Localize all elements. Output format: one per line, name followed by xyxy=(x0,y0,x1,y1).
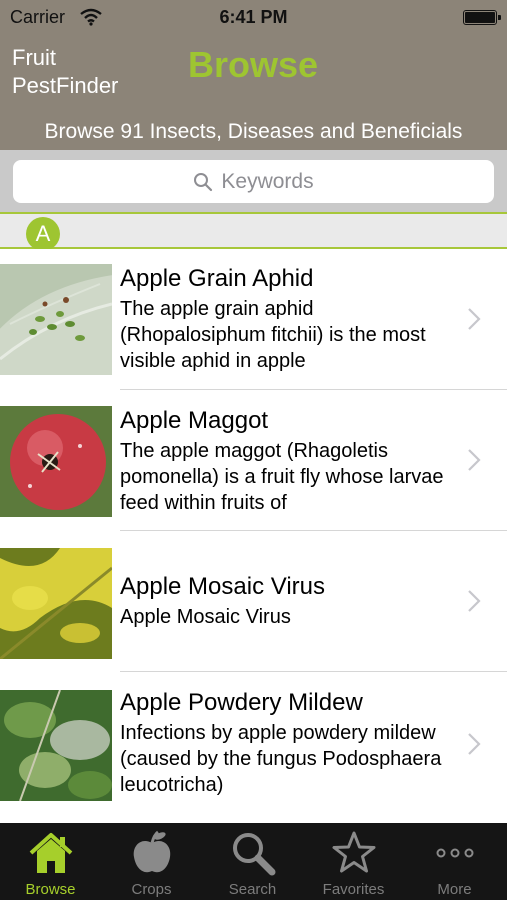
item-description: The apple maggot (Rhagoletis pomonella) … xyxy=(120,440,444,514)
tab-crops[interactable]: Crops xyxy=(101,823,202,900)
search-input[interactable]: Keywords xyxy=(13,160,494,203)
item-description: Apple Mosaic Virus xyxy=(120,606,291,628)
thumbnail-image xyxy=(0,690,112,801)
home-icon xyxy=(29,833,73,873)
tab-label: Favorites xyxy=(322,881,385,898)
app-title: Fruit PestFinder xyxy=(12,45,119,98)
tab-label: Search xyxy=(228,881,277,898)
list-item[interactable]: Apple Powdery Mildew Infections by apple… xyxy=(0,672,507,813)
item-description: The apple grain aphid (Rhopalosiphum fit… xyxy=(120,298,426,372)
chevron-right-icon xyxy=(468,590,481,612)
chevron-right-icon xyxy=(468,308,481,330)
tab-label: Browse xyxy=(25,881,76,898)
section-header: A xyxy=(0,212,507,251)
list-item[interactable]: Apple Grain Aphid The apple grain aphid … xyxy=(0,249,507,390)
page-title: Browse xyxy=(188,44,319,85)
tab-label: More xyxy=(437,881,472,898)
battery-icon xyxy=(463,10,501,25)
list-item[interactable]: Apple Mosaic Virus Apple Mosaic Virus xyxy=(0,531,507,672)
apple-icon xyxy=(133,830,171,873)
item-title: Apple Maggot xyxy=(120,407,269,434)
clock: 6:41 PM xyxy=(219,7,288,27)
browse-subtitle: Browse 91 Insects, Diseases and Benefici… xyxy=(44,120,463,143)
star-icon xyxy=(332,831,376,873)
chevron-right-icon xyxy=(468,449,481,471)
thumbnail-image xyxy=(0,264,112,375)
tab-bar: Browse Crops Search Favorites More xyxy=(0,823,507,900)
tab-favorites[interactable]: Favorites xyxy=(303,823,404,900)
item-title: Apple Mosaic Virus xyxy=(120,573,325,600)
magnifier-icon xyxy=(233,833,276,876)
tab-more[interactable]: More xyxy=(404,823,505,900)
thumbnail-image xyxy=(0,548,112,659)
app-header: Fruit PestFinder Browse Browse 91 Insect… xyxy=(0,36,507,150)
search-icon xyxy=(194,172,213,191)
list-item[interactable]: Apple Maggot The apple maggot (Rhagoleti… xyxy=(0,390,507,531)
search-bar: Keywords xyxy=(0,150,507,212)
tab-search[interactable]: Search xyxy=(202,823,303,900)
item-title: Apple Grain Aphid xyxy=(120,265,314,292)
search-placeholder: Keywords xyxy=(221,169,314,193)
item-description: Infections by apple powdery mildew (caus… xyxy=(120,722,442,796)
item-title: Apple Powdery Mildew xyxy=(120,689,363,716)
section-letter-badge: A xyxy=(26,217,60,251)
chevron-right-icon xyxy=(468,733,481,755)
tab-label: Crops xyxy=(131,881,172,898)
tab-browse[interactable]: Browse xyxy=(0,823,101,900)
thumbnail-image xyxy=(0,406,112,517)
status-bar: Carrier 6:41 PM xyxy=(0,0,507,36)
more-dots-icon xyxy=(436,848,474,858)
